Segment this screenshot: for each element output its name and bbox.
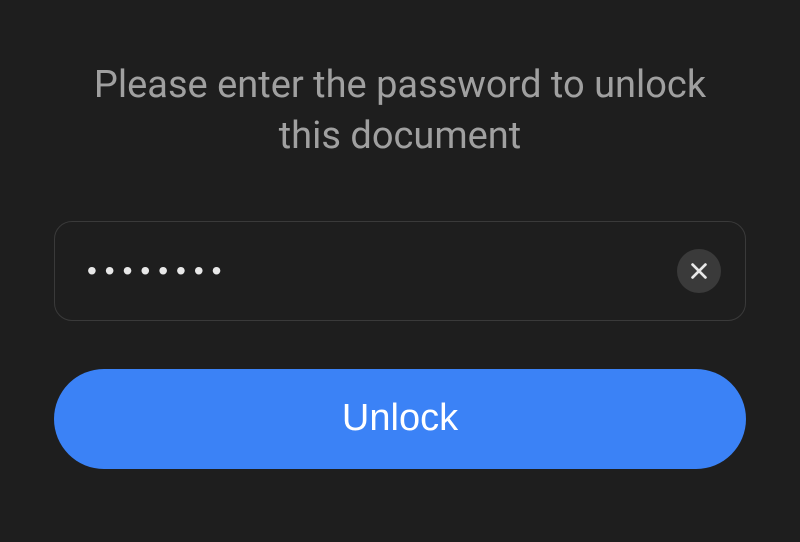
password-input-wrapper [54, 221, 746, 321]
clear-input-button[interactable] [677, 249, 721, 293]
password-input[interactable] [87, 222, 677, 320]
unlock-button[interactable]: Unlock [54, 369, 746, 469]
password-prompt: Please enter the password to unlock this… [60, 60, 740, 163]
close-icon [688, 260, 710, 282]
